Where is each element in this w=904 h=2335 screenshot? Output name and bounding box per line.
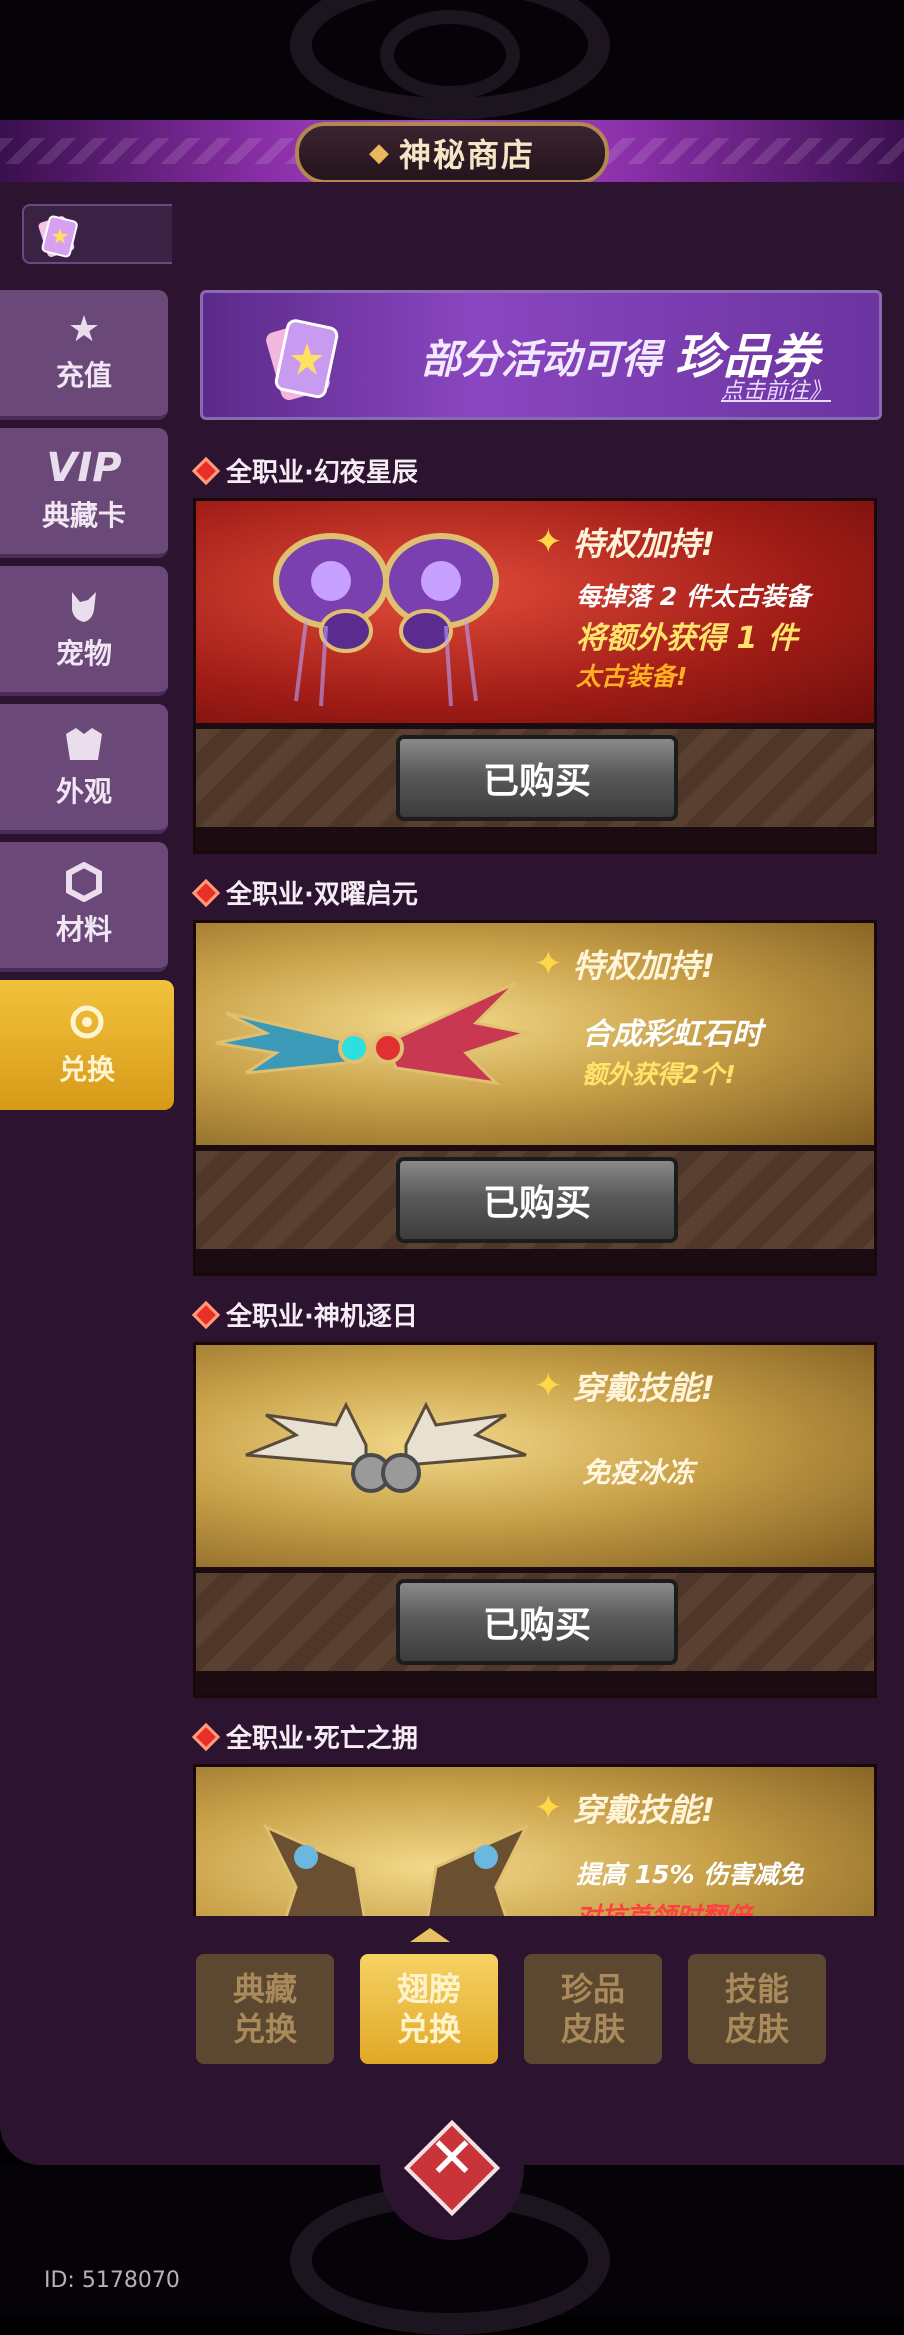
wing-icon [262,1823,530,1916]
perk-title: ✦ 特权加持! [534,522,716,563]
perk-title: ✦ 穿戴技能! [534,1366,716,1407]
promo-banner[interactable]: 部分活动可得 珍品券 点击前往》 [200,290,882,420]
purchased-button[interactable]: 已购买 [396,735,678,821]
purchased-button[interactable]: 已购买 [396,1579,678,1665]
sidebar-item-recharge[interactable]: ★ 充值 [0,290,168,420]
wing-preview: ✦ 特权加持! 每掉落 2 件太古装备 将额外获得 1 件 太古装备! [196,501,874,723]
sidebar-item-label: 材料 [55,913,112,946]
sparkle-icon: ✦ [534,944,563,984]
section-title: 全职业·双曜启元 [191,874,418,911]
wing-preview: ✦ 穿戴技能! 免疫冰冻 [196,1345,874,1567]
banner-link[interactable]: 点击前往》 [721,373,831,405]
perk-line: 每掉落 2 件太古装备 [576,582,811,611]
category-wing-exchange[interactable]: 翅膀 兑换 [360,1954,498,2064]
sidebar-item-appearance[interactable]: 外观 [0,704,168,834]
buy-area: 已购买 [196,1573,874,1671]
buy-area: 已购买 [196,729,874,827]
wing-card: ✦ 穿戴技能! 免疫冰冻 已购买 [193,1342,877,1698]
sparkle-icon: ✦ [534,1366,563,1406]
sidebar-item-label: 外观 [55,775,112,808]
player-id: ID: 5178070 [44,2268,180,2293]
sidebar-item-label: 典藏卡 [41,499,126,532]
sparkle-icon: ✦ [534,1788,563,1828]
armor-icon [66,728,102,760]
sidebar-item-pet[interactable]: 宠物 [0,566,168,696]
title-plate: ◆ 神秘商店 [295,122,609,184]
wing-icon [215,981,532,1086]
ticket-icon [266,319,339,401]
exchange-icon [70,1005,104,1039]
diamond-marker-icon [191,1300,221,1329]
perk-line: 太古装备! [576,662,688,691]
perk-line: 额外获得2个! [582,1060,736,1089]
section-title: 全职业·死亡之拥 [191,1718,418,1755]
wing-icon [245,1401,527,1493]
diamond-marker-icon [191,456,221,485]
sidebar-item-exchange[interactable]: 兑换 [0,980,174,1110]
perk-line: 对抗首领时翻倍 [576,1897,751,1916]
perk-line: 免疫冰冻 [582,1456,695,1489]
wing-icon [273,533,499,707]
buy-area: 已购买 [196,1151,874,1249]
star-icon: ★ [67,309,101,350]
purchased-button[interactable]: 已购买 [396,1157,678,1243]
close-button-wrap: ✕ [380,2096,524,2240]
wing-preview: ✦ 特权加持! 合成彩虹石时 额外获得2个! [196,923,874,1145]
sidebar-item-label: 兑换 [58,1053,115,1086]
category-rare-skin[interactable]: 珍品 皮肤 [524,1954,662,2064]
sidebar-item-label: 宠物 [55,637,112,670]
sidebar-item-vip-card[interactable]: VIP 典藏卡 [0,428,168,558]
section-title: 全职业·神机逐日 [191,1296,418,1333]
sparkle-icon: ✦ [534,522,563,562]
pet-icon [72,592,96,622]
diamond-marker-icon [191,878,221,907]
wing-card: ✦ 特权加持! 合成彩虹石时 额外获得2个! 已购买 [193,920,877,1276]
category-collection-exchange[interactable]: 典藏 兑换 [196,1954,334,2064]
perk-title: ✦ 特权加持! [534,944,716,985]
top-decoration [0,0,904,120]
page-title: 神秘商店 [398,136,535,174]
diamond-icon: ◆ [368,138,389,168]
perk-title: ✦ 穿戴技能! [534,1788,716,1829]
diamond-marker-icon [191,1722,221,1751]
category-skill-skin[interactable]: 技能 皮肤 [688,1954,826,2064]
section-title: 全职业·幻夜星辰 [191,452,418,489]
close-icon[interactable]: ✕ [380,2126,524,2191]
ticket-icon [38,215,78,258]
perk-line: 合成彩虹石时 [582,1017,762,1052]
category-bar: 典藏 兑换 翅膀 兑换 珍品 皮肤 技能 皮肤 [172,1916,904,2116]
hexagon-icon [66,862,102,902]
sidebar-item-label: 充值 [55,359,112,392]
wing-preview: ✦穿戴技能! 提高 15% 伤害减免 对抗首领时翻倍 [196,1767,874,1916]
wing-card: ✦穿戴技能! 提高 15% 伤害减免 对抗首领时翻倍 [193,1764,877,1916]
active-indicator [410,1928,450,1942]
wing-card: ✦ 特权加持! 每掉落 2 件太古装备 将额外获得 1 件 太古装备! 已购买 [193,498,877,854]
sidebar-item-materials[interactable]: 材料 [0,842,168,972]
perk-line: 提高 15% 伤害减免 [576,1860,804,1889]
vip-badge: VIP [46,445,122,491]
perk-line: 将额外获得 1 件 [576,621,798,656]
